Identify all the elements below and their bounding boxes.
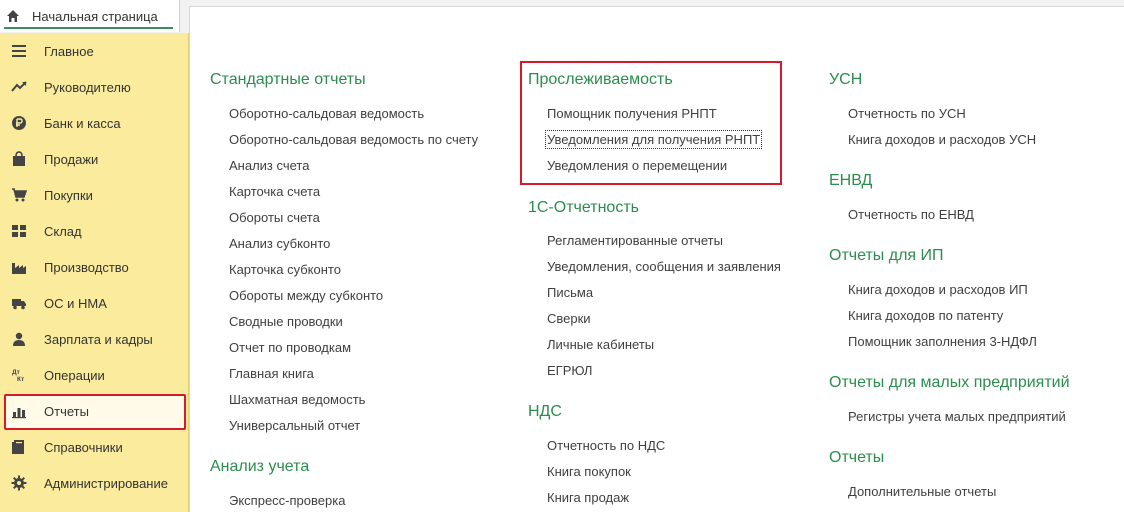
sidebar-item-label: Отчеты [44, 404, 89, 419]
person-icon [13, 332, 25, 346]
link-report[interactable]: Дополнительные отчеты [848, 484, 996, 499]
ruble-icon [12, 116, 26, 130]
active-item-highlight [4, 394, 186, 430]
sidebar-item-main[interactable]: Главное [0, 33, 189, 69]
svg-text:Кт: Кт [17, 376, 24, 383]
link-report[interactable]: Универсальный отчет [229, 418, 360, 433]
sidebar-item-warehouse[interactable]: Склад [0, 213, 189, 249]
book-icon [12, 440, 24, 454]
gear-icon [11, 475, 27, 491]
sidebar-item-label: Руководителю [44, 80, 131, 95]
sidebar-item-administration[interactable]: Администрирование [0, 465, 189, 501]
sidebar-item-label: Покупки [44, 188, 93, 203]
sidebar-item-label: ОС и НМА [44, 296, 107, 311]
section-title-traceability: Прослеживаемость [528, 71, 673, 88]
link-report[interactable]: Шахматная ведомость [229, 392, 365, 407]
sidebar-item-label: Зарплата и кадры [44, 332, 153, 347]
sidebar-item-label: Справочники [44, 440, 123, 455]
link-report[interactable]: Карточка счета [229, 184, 320, 199]
factory-icon [12, 263, 26, 274]
sidebar-item-sales[interactable]: Продажи [0, 141, 189, 177]
link-report[interactable]: Личные кабинеты [547, 337, 654, 352]
section-title-ip-reports: Отчеты для ИП [829, 247, 944, 264]
sidebar-item-label: Банк и касса [44, 116, 121, 131]
bag-icon [13, 151, 25, 166]
bar-chart-icon [12, 408, 26, 419]
grid-icon [12, 225, 26, 237]
tab-home-label: Начальная страница [32, 9, 158, 24]
cart-icon [12, 188, 27, 202]
sidebar-item-bank[interactable]: Банк и касса [0, 105, 189, 141]
link-report[interactable]: Главная книга [229, 366, 314, 381]
sidebar-item-label: Производство [44, 260, 129, 275]
section-title-envd: ЕНВД [829, 172, 873, 189]
link-report[interactable]: Письма [547, 285, 593, 300]
reports-panel: Стандартные отчеты Оборотно-сальдовая ве… [189, 6, 1124, 512]
sidebar-item-label: Администрирование [44, 476, 168, 491]
link-report[interactable]: Регистры учета малых предприятий [848, 409, 1066, 424]
section-title-standard-reports: Стандартные отчеты [210, 71, 366, 88]
link-report[interactable]: Анализ субконто [229, 236, 330, 251]
sidebar-item-reports[interactable]: Отчеты [0, 393, 189, 430]
trend-icon [11, 81, 27, 92]
dt-kt-icon: Дт Кт [12, 369, 24, 383]
link-report[interactable]: Регламентированные отчеты [547, 233, 723, 248]
home-icon [7, 10, 19, 22]
sidebar-item-manager[interactable]: Руководителю [0, 69, 189, 105]
menu-icon [12, 45, 26, 57]
sidebar-item-label: Операции [44, 368, 105, 383]
section-title-usn: УСН [829, 71, 863, 88]
link-report[interactable]: ЕГРЮЛ [547, 363, 592, 378]
link-report[interactable]: Сводные проводки [229, 314, 343, 329]
sidebar-item-label: Склад [44, 224, 82, 239]
link-report[interactable]: Анализ счета [229, 158, 309, 173]
tab-home[interactable]: Начальная страница [0, 0, 180, 32]
link-report[interactable]: Отчетность по УСН [848, 106, 966, 121]
tab-active-indicator [4, 27, 173, 29]
sidebar-item-label: Главное [44, 44, 94, 59]
link-report[interactable]: Сверки [547, 311, 591, 326]
section-title-reports: Отчеты [829, 449, 885, 466]
link-report[interactable]: Книга продаж [547, 490, 629, 505]
link-report[interactable]: Экспресс-проверка [229, 493, 345, 508]
sidebar-item-salary[interactable]: Зарплата и кадры [0, 321, 189, 357]
section-title-small-business-reports: Отчеты для малых предприятий [829, 374, 1070, 391]
link-report[interactable]: Отчетность по НДС [547, 438, 665, 453]
sidebar-item-operations[interactable]: Дт Кт Операции [0, 357, 189, 393]
link-report[interactable]: Книга доходов и расходов УСН [848, 132, 1036, 147]
link-report[interactable]: Оборотно-сальдовая ведомость [229, 106, 424, 121]
link-report[interactable]: Отчет по проводкам [229, 340, 351, 355]
link-report[interactable]: Оборотно-сальдовая ведомость по счету [229, 132, 478, 147]
section-title-1c-reporting: 1С-Отчетность [528, 199, 639, 216]
sidebar: Главное Руководителю Банк и касса Продаж… [0, 33, 189, 512]
sidebar-item-purchases[interactable]: Покупки [0, 177, 189, 213]
link-report[interactable]: Книга доходов по патенту [848, 308, 1003, 323]
link-report[interactable]: Уведомления, сообщения и заявления [547, 259, 781, 274]
sidebar-item-label: Продажи [44, 152, 99, 167]
link-report[interactable]: Обороты между субконто [229, 288, 383, 303]
sidebar-item-references[interactable]: Справочники [0, 429, 189, 465]
svg-text:Дт: Дт [12, 369, 20, 376]
sidebar-item-production[interactable]: Производство [0, 249, 189, 285]
link-report[interactable]: Карточка субконто [229, 262, 341, 277]
link-report[interactable]: Помощник заполнения 3-НДФЛ [848, 334, 1037, 349]
sidebar-item-fixed-assets[interactable]: ОС и НМА [0, 285, 189, 321]
link-report[interactable]: Уведомления для получения РНПТ [544, 130, 763, 149]
truck-icon [12, 299, 26, 310]
link-report[interactable]: Помощник получения РНПТ [547, 106, 717, 121]
section-title-accounting-analysis: Анализ учета [210, 458, 310, 475]
link-report[interactable]: Обороты счета [229, 210, 320, 225]
link-report[interactable]: Книга покупок [547, 464, 631, 479]
section-title-vat: НДС [528, 403, 562, 420]
link-report[interactable]: Уведомления о перемещении [547, 158, 727, 173]
link-report[interactable]: Книга доходов и расходов ИП [848, 282, 1028, 297]
link-report[interactable]: Отчетность по ЕНВД [848, 207, 974, 222]
